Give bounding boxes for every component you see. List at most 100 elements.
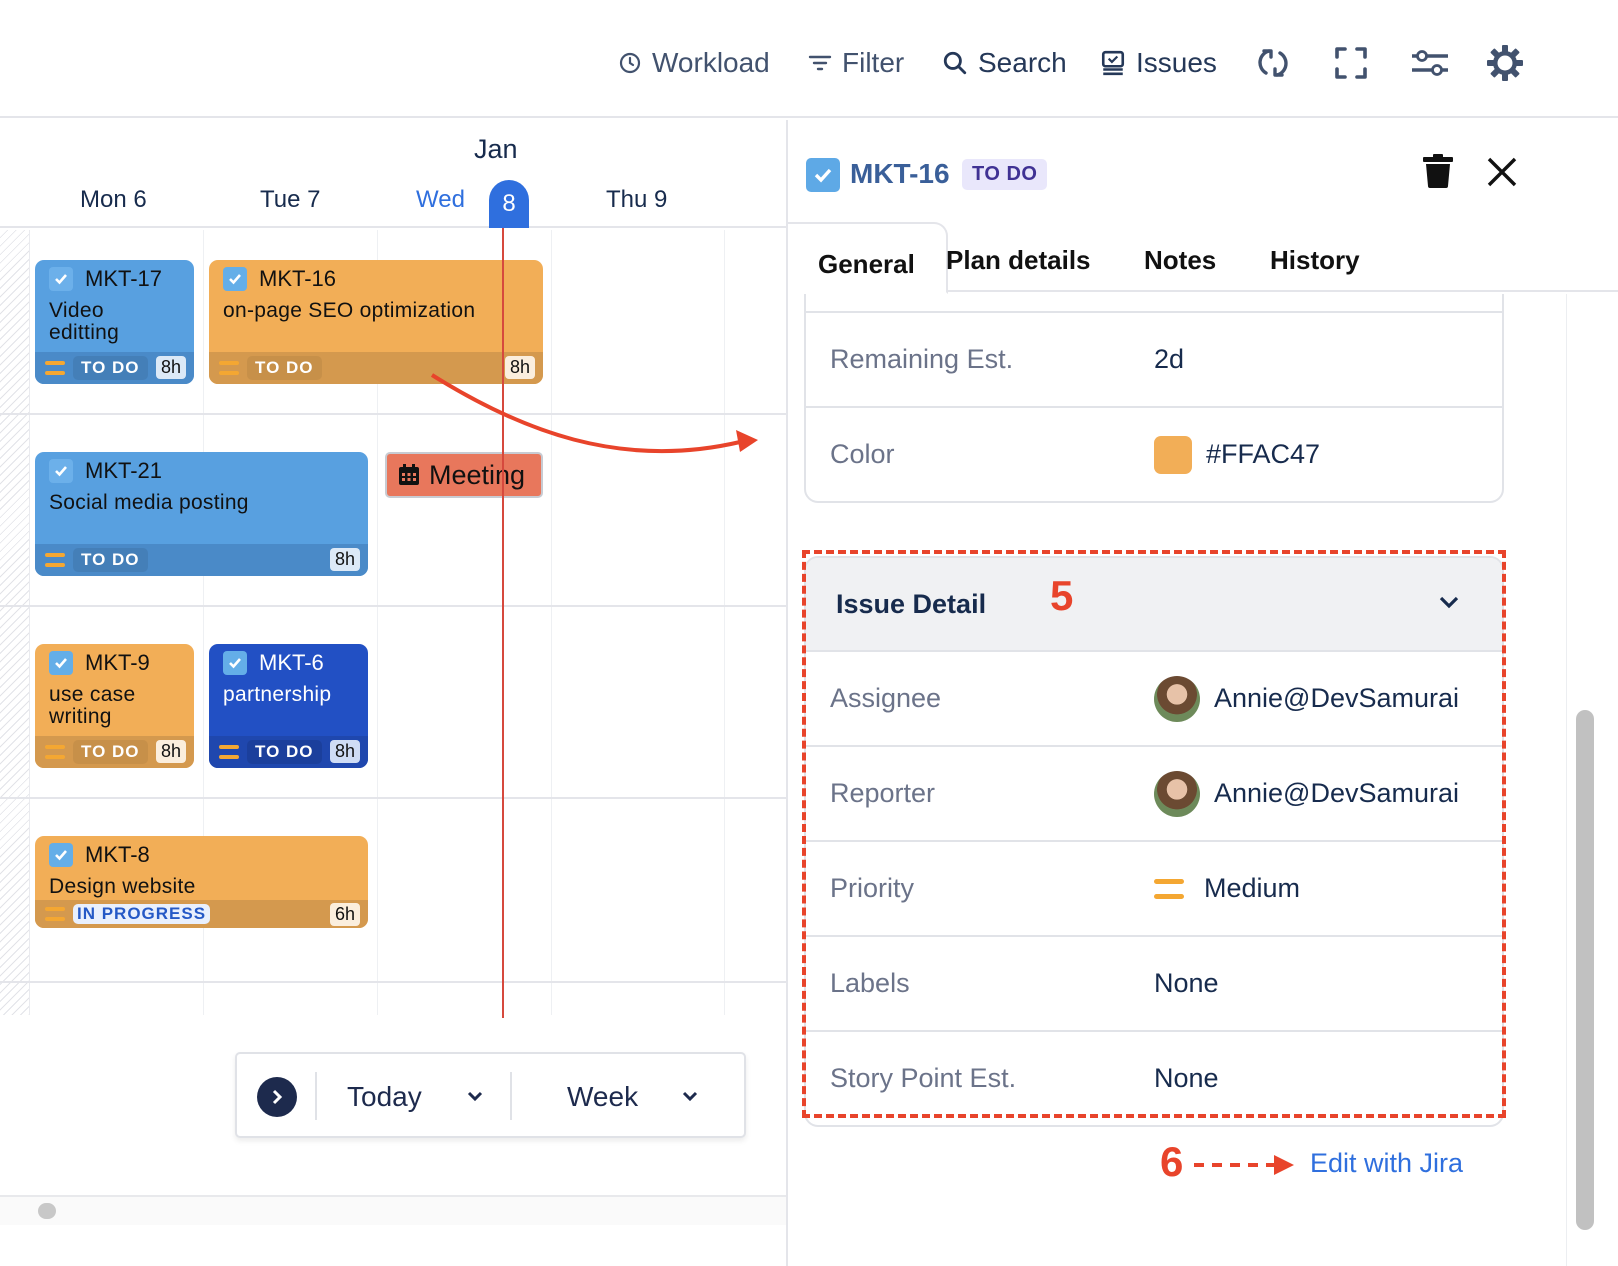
issue-title: use case writing xyxy=(49,683,136,728)
close-button[interactable] xyxy=(1486,156,1518,193)
status-badge[interactable]: TO DO xyxy=(962,159,1048,190)
issue-card[interactable]: MKT-6 partnership TO DO 8h xyxy=(209,644,368,768)
edit-with-jira-link[interactable]: Edit with Jira xyxy=(1310,1148,1463,1179)
field-value[interactable]: None xyxy=(1154,968,1219,999)
hours-badge: 8h xyxy=(155,740,186,763)
task-checkbox-icon xyxy=(49,267,73,291)
issue-card[interactable]: MKT-17 Video editting TO DO 8h xyxy=(35,260,194,384)
grid-column-line xyxy=(724,230,725,1015)
issue-key-link[interactable]: MKT-16 xyxy=(850,158,950,190)
close-icon xyxy=(1487,157,1517,187)
meeting-event[interactable]: Meeting xyxy=(385,452,543,498)
plan-row-color: Color #FFAC47 xyxy=(806,406,1502,501)
scrollbar-thumb[interactable] xyxy=(38,1203,56,1219)
issue-card[interactable]: MKT-16 on-page SEO optimization TO DO 8h xyxy=(209,260,543,384)
priority-medium-icon xyxy=(45,907,65,921)
refresh-icon xyxy=(1258,49,1288,77)
refresh-button[interactable] xyxy=(1250,40,1296,86)
top-toolbar: Workload Filter Search Issues xyxy=(0,0,1618,118)
today-date-badge: 8 xyxy=(489,180,529,228)
chevron-down-icon xyxy=(682,1091,698,1102)
search-button[interactable]: Search xyxy=(942,40,1067,86)
field-label: Priority xyxy=(830,873,915,903)
priority-medium-icon xyxy=(1154,878,1184,899)
priority-medium-icon xyxy=(219,745,239,759)
task-checkbox-icon xyxy=(49,459,73,483)
grid-row-line xyxy=(0,797,786,799)
issue-title: partnership xyxy=(223,683,332,706)
issue-key: MKT-16 xyxy=(259,266,337,291)
task-checkbox-icon xyxy=(223,267,247,291)
detail-row-labels: Labels None xyxy=(806,935,1502,1030)
workload-button[interactable]: Workload xyxy=(618,40,770,86)
day-header-mon: Mon 6 xyxy=(80,186,147,213)
fullscreen-icon xyxy=(1335,47,1367,79)
issues-button[interactable]: Issues xyxy=(1100,40,1217,86)
tab-plan-details[interactable]: Plan details xyxy=(946,228,1091,292)
task-checkbox-icon xyxy=(223,651,247,675)
view-dropdown[interactable]: Week xyxy=(512,1054,746,1140)
task-checkbox-icon xyxy=(49,651,73,675)
scrollbar-thumb[interactable] xyxy=(1576,710,1594,1230)
issue-key: MKT-17 xyxy=(85,266,163,291)
issue-detail-panel: MKT-16 TO DO General Plan details Notes … xyxy=(786,120,1618,1266)
field-value[interactable]: 2d xyxy=(1154,344,1184,375)
hours-badge: 8h xyxy=(329,740,360,763)
sliders-button[interactable] xyxy=(1406,40,1452,86)
workload-label: Workload xyxy=(652,47,770,78)
vertical-scrollbar[interactable] xyxy=(1566,294,1618,1266)
issue-key: MKT-8 xyxy=(85,842,150,867)
issue-card[interactable]: MKT-9 use case writing TO DO 8h xyxy=(35,644,194,768)
issue-title: Video editting xyxy=(49,299,120,344)
detail-row-assignee: Assignee Annie@DevSamurai xyxy=(806,650,1502,745)
delete-button[interactable] xyxy=(1422,154,1454,193)
gear-icon xyxy=(1487,45,1523,81)
annotation-step-5: 5 xyxy=(1050,572,1074,619)
chevron-down-icon[interactable] xyxy=(1438,594,1460,610)
status-badge: TO DO xyxy=(73,740,148,764)
issue-detail-header[interactable]: Issue Detail xyxy=(806,558,1502,650)
issue-card[interactable]: MKT-21 Social media posting TO DO 8h xyxy=(35,452,368,576)
priority-medium-icon xyxy=(45,745,65,759)
user-name: Annie@DevSamurai xyxy=(1214,683,1460,713)
settings-button[interactable] xyxy=(1482,40,1528,86)
panel-tabs: General Plan details Notes History xyxy=(788,222,1618,294)
assignee-value[interactable]: Annie@DevSamurai xyxy=(1154,675,1460,722)
grid-column-line xyxy=(551,230,552,1015)
priority-value[interactable]: Medium xyxy=(1154,873,1300,904)
sliders-icon xyxy=(1412,50,1448,76)
avatar xyxy=(1154,770,1200,817)
tab-notes[interactable]: Notes xyxy=(1144,228,1216,292)
avatar xyxy=(1154,675,1200,722)
hours-badge: 8h xyxy=(329,548,360,571)
fullscreen-button[interactable] xyxy=(1328,40,1374,86)
status-badge: IN PROGRESS xyxy=(73,904,211,924)
issue-detail-section: Issue Detail Assignee Annie@DevSamurai R… xyxy=(804,556,1504,1127)
hours-badge: 8h xyxy=(155,356,186,379)
tab-general[interactable]: General xyxy=(788,222,948,294)
color-swatch[interactable] xyxy=(1154,435,1192,474)
next-period-button[interactable] xyxy=(257,1077,297,1117)
status-badge: TO DO xyxy=(247,356,322,380)
app-root: Workload Filter Search Issues Jan Mon 6 … xyxy=(0,0,1618,1266)
reporter-value[interactable]: Annie@DevSamurai xyxy=(1154,770,1459,817)
filter-icon xyxy=(808,55,832,71)
today-dropdown[interactable]: Today xyxy=(317,1054,509,1140)
filter-button[interactable]: Filter xyxy=(808,40,904,86)
day-header-tue: Tue 7 xyxy=(260,186,321,213)
tab-history[interactable]: History xyxy=(1270,228,1360,292)
field-value[interactable]: None xyxy=(1154,1063,1219,1094)
detail-row-story-points: Story Point Est. None xyxy=(806,1030,1502,1125)
color-hex: #FFAC47 xyxy=(1206,439,1321,469)
status-badge: TO DO xyxy=(247,740,322,764)
issues-label: Issues xyxy=(1136,47,1217,78)
day-header-thu: Thu 9 xyxy=(606,186,668,213)
status-badge: TO DO xyxy=(73,548,148,572)
issue-card[interactable]: MKT-8 Design website IN PROGRESS 6h xyxy=(35,836,368,928)
field-label: Assignee xyxy=(830,683,942,713)
calendar-icon xyxy=(399,464,419,485)
color-value[interactable]: #FFAC47 xyxy=(1154,435,1321,474)
horizontal-scrollbar[interactable] xyxy=(0,1195,786,1225)
hours-badge: 8h xyxy=(504,356,535,379)
status-badge: TO DO xyxy=(73,356,148,380)
